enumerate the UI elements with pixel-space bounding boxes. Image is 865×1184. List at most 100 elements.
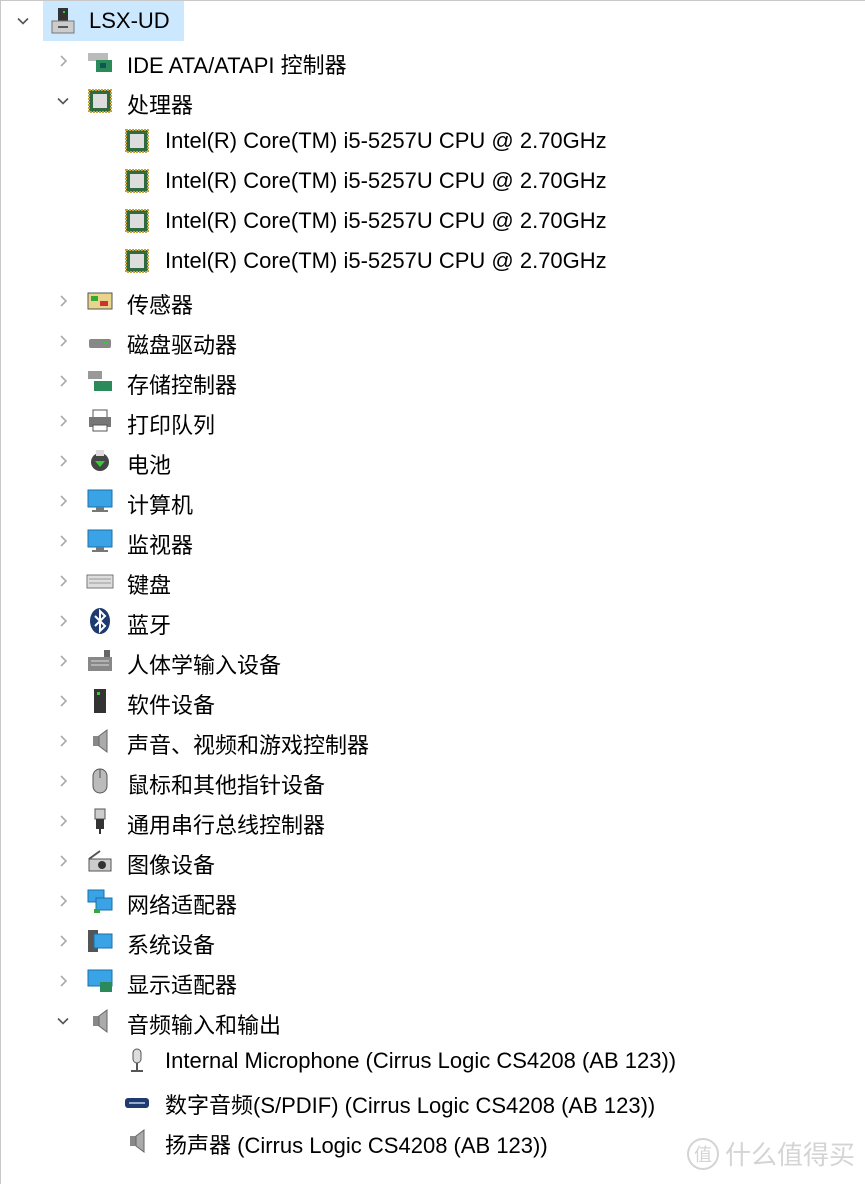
chevron-right-icon[interactable] <box>55 53 71 69</box>
chevron-right-icon[interactable] <box>55 973 71 989</box>
tree-category[interactable]: 声音、视频和游戏控制器 <box>1 721 865 761</box>
tree-category[interactable]: 通用串行总线控制器 <box>1 801 865 841</box>
battery-icon <box>86 447 114 475</box>
disk-drive-icon <box>86 327 114 355</box>
item-label: Internal Microphone (Cirrus Logic CS4208… <box>165 1048 677 1073</box>
usb-icon <box>86 807 114 835</box>
watermark-text: 什么值得买 <box>724 1140 855 1170</box>
hid-icon <box>86 647 114 675</box>
camera-icon <box>86 847 114 875</box>
chevron-down-icon[interactable] <box>55 93 71 109</box>
item-label: Intel(R) Core(TM) i5-5257U CPU @ 2.70GHz <box>165 128 607 153</box>
tree-device[interactable]: 数字音频(S/PDIF) (Cirrus Logic CS4208 (AB 12… <box>1 1081 865 1121</box>
keyboard-icon <box>86 567 114 595</box>
chevron-right-icon[interactable] <box>55 413 71 429</box>
tree-category[interactable]: 鼠标和其他指针设备 <box>1 761 865 801</box>
tree-category[interactable]: IDE ATA/ATAPI 控制器 <box>1 41 865 81</box>
display-adapter-icon <box>86 967 114 995</box>
item-label: 扬声器 (Cirrus Logic CS4208 (AB 123)) <box>165 1133 548 1158</box>
device-tree: LSX-UD IDE ATA/ATAPI 控制器 处理器 Intel(R) Core… <box>1 1 865 1161</box>
tree-category[interactable]: 蓝牙 <box>1 601 865 641</box>
chevron-right-icon[interactable] <box>55 773 71 789</box>
watermark: 值 什么值得买 <box>686 1135 855 1172</box>
item-label: 声音、视频和游戏控制器 <box>127 733 370 758</box>
watermark-logo: 值 <box>686 1137 719 1170</box>
item-label: 通用串行总线控制器 <box>127 813 326 838</box>
item-label: 系统设备 <box>127 933 216 958</box>
processor-icon <box>123 127 151 155</box>
chevron-right-icon[interactable] <box>55 813 71 829</box>
item-label: 鼠标和其他指针设备 <box>127 773 326 798</box>
tree-device[interactable]: Intel(R) Core(TM) i5-5257U CPU @ 2.70GHz <box>1 241 865 281</box>
tree-category[interactable]: 电池 <box>1 441 865 481</box>
chevron-right-icon[interactable] <box>55 333 71 349</box>
tree-category[interactable]: 系统设备 <box>1 921 865 961</box>
processor-icon <box>123 247 151 275</box>
storage-controller-icon <box>86 367 114 395</box>
processor-icon <box>123 207 151 235</box>
tree-device[interactable]: Intel(R) Core(TM) i5-5257U CPU @ 2.70GHz <box>1 201 865 241</box>
chevron-right-icon[interactable] <box>55 613 71 629</box>
microphone-icon <box>123 1047 151 1075</box>
tree-category[interactable]: 显示适配器 <box>1 961 865 1001</box>
tree-device[interactable]: Internal Microphone (Cirrus Logic CS4208… <box>1 1041 865 1081</box>
item-label: Intel(R) Core(TM) i5-5257U CPU @ 2.70GHz <box>165 208 607 233</box>
item-label: 打印队列 <box>127 413 216 438</box>
spdif-icon <box>123 1087 151 1115</box>
root-label: LSX-UD <box>89 8 170 33</box>
monitor-icon <box>86 527 114 555</box>
processor-icon <box>86 87 114 115</box>
item-label: 蓝牙 <box>127 613 172 638</box>
system-device-icon <box>86 927 114 955</box>
item-label: 软件设备 <box>127 693 216 718</box>
chevron-right-icon[interactable] <box>55 533 71 549</box>
tree-category[interactable]: 传感器 <box>1 281 865 321</box>
computer-icon <box>86 487 114 515</box>
tree-category[interactable]: 存储控制器 <box>1 361 865 401</box>
chevron-right-icon[interactable] <box>55 893 71 909</box>
item-label: Intel(R) Core(TM) i5-5257U CPU @ 2.70GHz <box>165 168 607 193</box>
chevron-right-icon[interactable] <box>55 653 71 669</box>
chevron-right-icon[interactable] <box>55 453 71 469</box>
item-label: Intel(R) Core(TM) i5-5257U CPU @ 2.70GHz <box>165 248 607 273</box>
item-label: 监视器 <box>127 533 194 558</box>
item-label: 存储控制器 <box>127 373 238 398</box>
tree-category[interactable]: 键盘 <box>1 561 865 601</box>
chevron-down-icon[interactable] <box>15 13 31 29</box>
computer-tower-icon <box>49 7 77 35</box>
tree-category[interactable]: 人体学输入设备 <box>1 641 865 681</box>
tree-category[interactable]: 打印队列 <box>1 401 865 441</box>
tree-category[interactable]: 监视器 <box>1 521 865 561</box>
speaker-icon <box>86 727 114 755</box>
ide-controller-icon <box>86 47 114 75</box>
software-device-icon <box>86 687 114 715</box>
tree-category[interactable]: 计算机 <box>1 481 865 521</box>
tree-category[interactable]: 软件设备 <box>1 681 865 721</box>
printer-icon <box>86 407 114 435</box>
item-label: 音频输入和输出 <box>127 1013 282 1038</box>
tree-category[interactable]: 磁盘驱动器 <box>1 321 865 361</box>
network-icon <box>86 887 114 915</box>
chevron-right-icon[interactable] <box>55 373 71 389</box>
chevron-right-icon[interactable] <box>55 853 71 869</box>
chevron-right-icon[interactable] <box>55 573 71 589</box>
chevron-right-icon[interactable] <box>55 293 71 309</box>
tree-category[interactable]: 图像设备 <box>1 841 865 881</box>
tree-category[interactable]: 网络适配器 <box>1 881 865 921</box>
tree-device[interactable]: Intel(R) Core(TM) i5-5257U CPU @ 2.70GHz <box>1 161 865 201</box>
chevron-down-icon[interactable] <box>55 1013 71 1029</box>
item-label: 计算机 <box>127 493 194 518</box>
chevron-right-icon[interactable] <box>55 733 71 749</box>
tree-category[interactable]: 音频输入和输出 <box>1 1001 865 1041</box>
tree-root[interactable]: LSX-UD <box>1 1 865 41</box>
chevron-right-icon[interactable] <box>55 693 71 709</box>
item-label: 数字音频(S/PDIF) (Cirrus Logic CS4208 (AB 12… <box>165 1093 656 1118</box>
item-label: 电池 <box>127 453 172 478</box>
chevron-right-icon[interactable] <box>55 933 71 949</box>
mouse-icon <box>86 767 114 795</box>
item-label: 键盘 <box>127 573 172 598</box>
tree-device[interactable]: Intel(R) Core(TM) i5-5257U CPU @ 2.70GHz <box>1 121 865 161</box>
tree-category[interactable]: 处理器 <box>1 81 865 121</box>
processor-icon <box>123 167 151 195</box>
chevron-right-icon[interactable] <box>55 493 71 509</box>
